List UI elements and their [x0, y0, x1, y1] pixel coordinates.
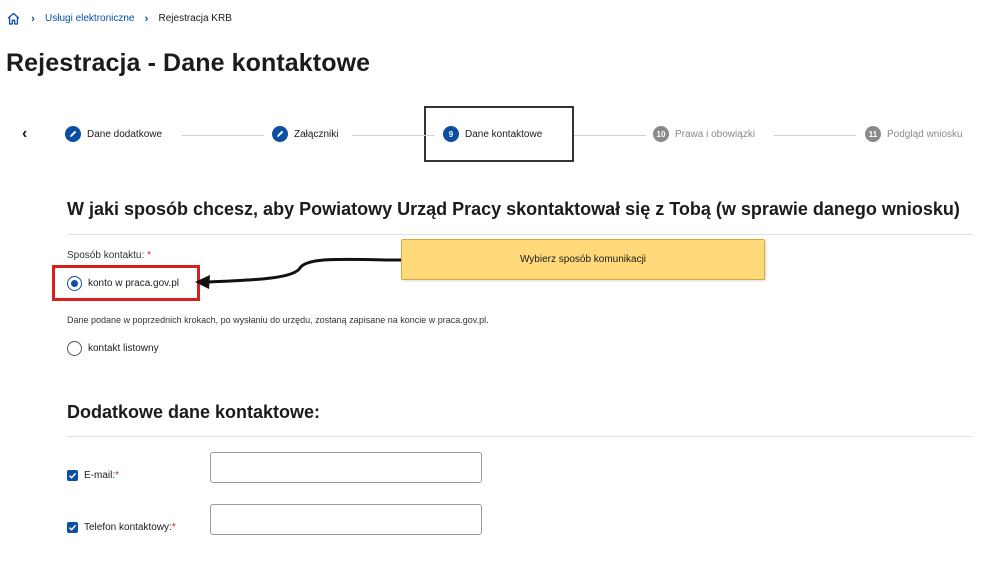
breadcrumb-separator-icon: › [144, 12, 149, 25]
radio-label: kontakt listowny [88, 343, 159, 354]
required-mark: * [115, 470, 120, 481]
contact-method-label-text: Sposób kontaktu: [67, 250, 145, 261]
step-number: 11 [865, 126, 881, 142]
radio-button[interactable] [67, 341, 82, 356]
step-connector [182, 135, 264, 136]
radio-label: konto w praca.gov.pl [88, 278, 179, 289]
step-number: 9 [443, 126, 459, 142]
email-checkbox-row[interactable]: E-mail:* [67, 470, 119, 481]
step-zalaczniki[interactable]: Załączniki [272, 126, 338, 142]
step-label: Załączniki [294, 128, 339, 140]
step-label: Dane dodatkowe [87, 128, 163, 140]
radio-button-checked[interactable] [67, 276, 82, 291]
email-label: E-mail: [84, 470, 116, 481]
annotation-arrow-icon [195, 257, 404, 289]
step-podglad-wniosku[interactable]: 11 Podgląd wniosku [865, 126, 963, 142]
tooltip-callout: Wybierz sposób komunikacji [401, 239, 765, 280]
phone-label: Telefon kontaktowy: [84, 522, 172, 533]
step-label: Podgląd wniosku [887, 128, 963, 140]
step-dane-kontaktowe[interactable]: 9 Dane kontaktowe [443, 126, 542, 142]
step-dane-dodatkowe[interactable]: Dane dodatkowe [65, 126, 162, 142]
check-edit-icon [272, 126, 288, 142]
progress-stepper: ‹ Dane dodatkowe Załączniki 9 Dane konta… [0, 106, 1005, 162]
step-label: Prawa i obowiązki [675, 128, 756, 140]
chevron-left-icon[interactable]: ‹ [22, 125, 27, 143]
step-connector [774, 135, 856, 136]
required-mark: * [147, 250, 151, 261]
home-icon[interactable] [6, 11, 21, 26]
breadcrumb-separator-icon: › [31, 12, 35, 25]
breadcrumb-link-services[interactable]: Usługi elektroniczne [45, 13, 135, 24]
checkbox-checked-icon[interactable] [67, 470, 78, 481]
step-connector [574, 135, 646, 136]
required-mark: * [171, 522, 176, 533]
phone-checkbox-row[interactable]: Telefon kontaktowy:* [67, 522, 176, 533]
step-number: 10 [653, 126, 669, 142]
radio-option-listowny[interactable]: kontakt listowny [67, 341, 159, 356]
radio-option-konto[interactable]: konto w praca.gov.pl [67, 276, 179, 291]
breadcrumb-current: Rejestracja KRB [158, 13, 232, 24]
divider [67, 436, 972, 437]
additional-contact-heading: Dodatkowe dane kontaktowe: [67, 402, 321, 422]
step-connector [352, 135, 434, 136]
page-title: Rejestracja - Dane kontaktowe [6, 49, 371, 77]
email-field[interactable] [210, 452, 482, 483]
step-label: Dane kontaktowe [465, 128, 543, 140]
checkbox-checked-icon[interactable] [67, 522, 78, 533]
divider [67, 234, 972, 235]
step-prawa-i-obowiazki[interactable]: 10 Prawa i obowiązki [653, 126, 755, 142]
info-text: Dane podane w poprzednich krokach, po wy… [67, 315, 489, 325]
contact-method-label: Sposób kontaktu: * [67, 250, 151, 261]
phone-field[interactable] [210, 504, 482, 535]
check-edit-icon [65, 126, 81, 142]
breadcrumb: › Usługi elektroniczne › Rejestracja KRB [6, 11, 232, 26]
contact-question-heading: W jaki sposób chcesz, aby Powiatowy Urzą… [67, 199, 960, 219]
